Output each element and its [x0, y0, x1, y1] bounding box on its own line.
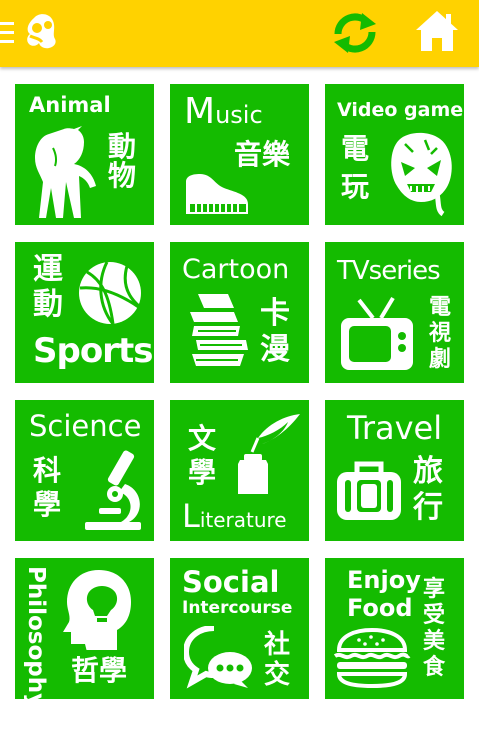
tile-label-en: Science — [29, 409, 142, 443]
tile-label-zh-1: 運 — [33, 252, 63, 287]
top-bar — [0, 0, 479, 67]
tile-label-en: Music — [184, 94, 263, 130]
tile-video-game[interactable]: Video game 電 玩 — [325, 84, 464, 225]
tile-label-zh-1: 社 — [264, 630, 291, 660]
tile-label-rest: iterature — [199, 508, 287, 532]
tile-label-en: Sports — [33, 331, 153, 371]
tile-label-initial: M — [184, 91, 216, 132]
tile-label-zh-2: 學 — [33, 488, 62, 521]
tile-label-zh-1: 卡 — [260, 296, 290, 331]
tile-label-en-2: Food — [347, 594, 413, 622]
tile-label-zh-2: 受 — [423, 603, 446, 628]
tile-label-en: Animal — [29, 93, 111, 117]
tile-label-rest: usic — [215, 101, 263, 129]
tile-label-en: Video game — [337, 99, 464, 121]
tv-icon — [341, 296, 413, 370]
refresh-icon[interactable] — [330, 10, 380, 56]
tile-label-en: Literature — [182, 500, 287, 532]
tile-label-zh-2: 視 — [429, 321, 452, 346]
quill-inkpot-icon — [238, 414, 300, 494]
tile-label-en: Cartoon — [182, 254, 290, 285]
tile-label-zh: 音樂 — [234, 138, 291, 171]
tile-cartoon[interactable]: Cartoon 卡 漫 — [170, 242, 309, 383]
tile-label-zh-2: 行 — [413, 490, 443, 525]
tile-label-zh-1: 旅 — [413, 454, 443, 489]
tile-label-zh-3: 劇 — [429, 347, 452, 372]
burger-icon — [333, 628, 411, 688]
tile-literature[interactable]: 文 學 Literature — [170, 400, 309, 541]
tile-label-en-1: Social — [182, 565, 280, 599]
tile-label-zh-2: 交 — [264, 660, 291, 690]
tile-label-zh-1: 享 — [423, 577, 446, 602]
tile-label-en-1: Enjoy — [347, 566, 421, 594]
parent-child-logo-icon[interactable] — [20, 12, 62, 52]
tile-label-zh-2: 學 — [188, 456, 217, 489]
tile-label-zh-2: 動 — [33, 287, 63, 322]
cat-icon — [35, 126, 96, 218]
tile-label-zh-2: 玩 — [341, 170, 370, 203]
tile-label-zh-1: 文 — [188, 422, 217, 455]
tile-label-zh-1: 電 — [429, 295, 452, 320]
tile-label-zh-1: 電 — [341, 132, 370, 165]
tile-label-en: TVseries — [337, 256, 441, 286]
home-icon[interactable] — [414, 8, 460, 54]
hamburger-menu-icon[interactable] — [0, 22, 14, 44]
zombie-face-icon — [391, 132, 452, 217]
tile-label-en-2: Intercourse — [182, 598, 293, 618]
tile-label-zh-4: 食 — [423, 655, 446, 680]
tile-travel[interactable]: Travel 旅 行 — [325, 400, 464, 541]
tile-animal[interactable]: Animal 動物 — [15, 84, 154, 225]
basketball-icon — [79, 261, 141, 325]
tile-label-zh: 哲學 — [71, 654, 128, 687]
tile-label-zh: 動物 — [108, 130, 137, 193]
head-profile-icon — [63, 570, 131, 650]
tile-label-en: Philosophy — [23, 566, 49, 699]
tile-social-intercourse[interactable]: Social Intercourse 社 交 — [170, 558, 309, 699]
tile-label-zh-2: 漫 — [260, 332, 290, 367]
tile-philosophy[interactable]: Philosophy 哲學 — [15, 558, 154, 699]
tile-label-zh-3: 美 — [423, 629, 446, 654]
tile-science[interactable]: Science 科 學 — [15, 400, 154, 541]
tile-label-en: Travel — [347, 409, 443, 447]
tile-tv-series[interactable]: TVseries 電 視 劇 — [325, 242, 464, 383]
tile-music[interactable]: Music 音樂 — [170, 84, 309, 225]
travel-bag-icon — [337, 461, 401, 520]
piano-icon — [186, 174, 248, 214]
microscope-icon — [85, 450, 141, 530]
tile-label-initial: L — [182, 497, 200, 535]
book-stack-icon — [190, 294, 248, 366]
chat-bubbles-icon — [184, 626, 252, 689]
tile-label-zh-1: 科 — [33, 454, 62, 487]
tile-sports[interactable]: 運 動 Sports — [15, 242, 154, 383]
tile-enjoy-food[interactable]: Enjoy Food 享 受 美 食 — [325, 558, 464, 699]
